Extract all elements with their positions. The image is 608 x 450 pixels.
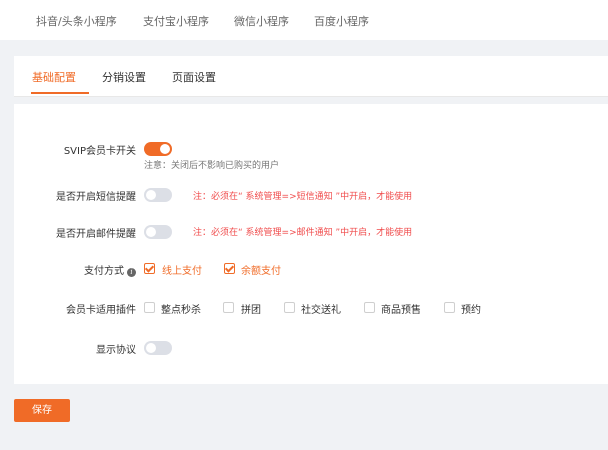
sms-switch-label: 是否开启短信提醒	[56, 192, 136, 203]
mail-hint: 注：必须在“ 系统管理=>邮件通知 ”中开启，才能使用	[193, 228, 413, 238]
payment-option-label: 线上支付	[162, 266, 202, 277]
toggle-knob	[160, 144, 170, 154]
toggle-knob	[146, 190, 156, 200]
checkbox-icon[interactable]	[144, 302, 155, 313]
settings-form: SVIP会员卡开关 注意：关闭后不影响已购买的用户 是否开启短信提醒 注：必须在…	[14, 104, 608, 384]
payment-option-label: 余额支付	[241, 266, 281, 277]
tab-basic-config[interactable]: 基础配置	[32, 69, 76, 85]
toggle-knob	[146, 343, 156, 353]
plugin-option-label: 预约	[461, 305, 481, 316]
plugin-option-label: 拼团	[241, 305, 261, 316]
payment-method-text: 支付方式	[84, 266, 124, 277]
tab-baidu[interactable]: 百度小程序	[314, 13, 369, 29]
platform-tab-bar: 抖音/头条小程序 支付宝小程序 微信小程序 百度小程序	[0, 0, 608, 40]
svip-switch-label: SVIP会员卡开关	[63, 146, 136, 157]
config-tab-bar: 基础配置 分销设置 页面设置	[14, 56, 608, 97]
checkbox-icon[interactable]	[284, 302, 295, 313]
tab-page-settings[interactable]: 页面设置	[172, 69, 216, 85]
tab-douyin-toutiao[interactable]: 抖音/头条小程序	[36, 13, 117, 29]
checkbox-icon[interactable]	[444, 302, 455, 313]
checkbox-icon[interactable]	[224, 263, 235, 274]
tab-alipay[interactable]: 支付宝小程序	[143, 13, 209, 29]
tab-distribution-settings[interactable]: 分销设置	[102, 69, 146, 85]
save-button[interactable]: 保存	[14, 399, 70, 422]
checkbox-icon[interactable]	[144, 263, 155, 274]
info-icon: i	[127, 268, 136, 277]
sms-toggle[interactable]	[144, 188, 172, 202]
plugin-option-label: 商品预售	[381, 305, 421, 316]
active-tab-indicator	[31, 92, 89, 94]
checkbox-icon[interactable]	[364, 302, 375, 313]
checkbox-icon[interactable]	[223, 302, 234, 313]
sms-hint: 注：必须在“ 系统管理=>短信通知 ”中开启，才能使用	[193, 192, 413, 202]
plugin-option-label: 社交送礼	[301, 305, 341, 316]
tab-wechat[interactable]: 微信小程序	[234, 13, 289, 29]
toggle-knob	[146, 227, 156, 237]
mail-switch-label: 是否开启邮件提醒	[56, 229, 136, 240]
payment-method-label: 支付方式 i	[16, 262, 136, 277]
svip-note: 注意：关闭后不影响已购买的用户	[144, 161, 280, 171]
svip-toggle[interactable]	[144, 142, 172, 156]
mail-toggle[interactable]	[144, 225, 172, 239]
applicable-plugins-label: 会员卡适用插件	[66, 305, 136, 316]
show-agreement-toggle[interactable]	[144, 341, 172, 355]
show-agreement-label: 显示协议	[96, 345, 136, 356]
plugin-option-label: 整点秒杀	[161, 305, 201, 316]
